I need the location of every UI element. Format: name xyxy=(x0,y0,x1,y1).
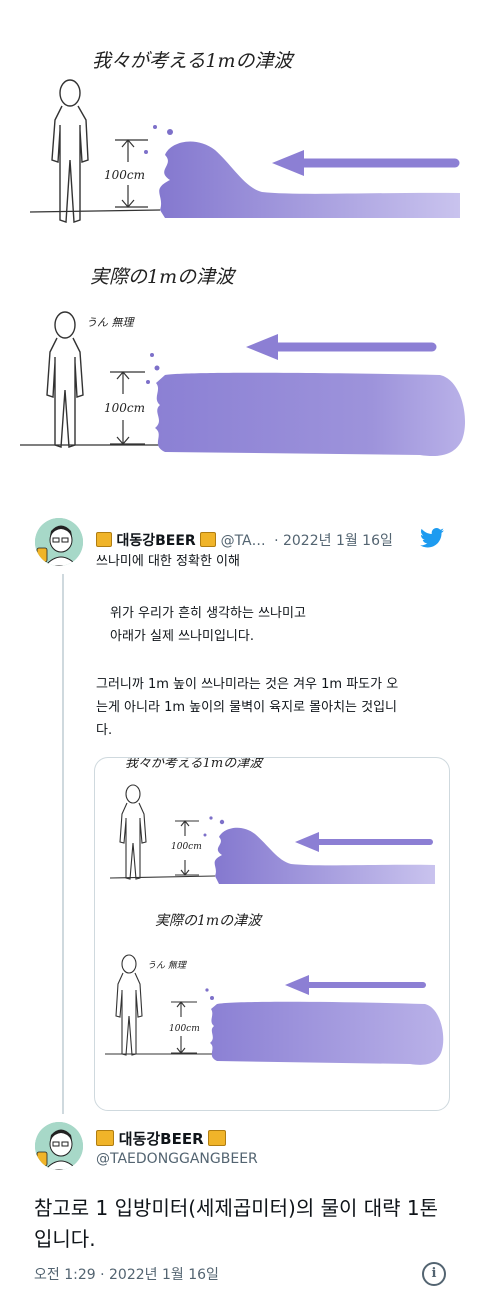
display-name[interactable]: 대동강BEER xyxy=(116,533,195,549)
tweet-text-2: 위가 우리가 흔히 생각하는 쓰나미고 xyxy=(110,606,306,621)
wave-top xyxy=(159,141,461,218)
separator-dot: · xyxy=(274,533,279,549)
media-caption-top: 我々が考える1mの津波 xyxy=(125,757,263,771)
reply-timestamp[interactable]: 오전 1:29 · 2022년 1월 16일 xyxy=(34,1264,219,1284)
beer-icon xyxy=(96,1130,114,1146)
beer-icon xyxy=(96,532,112,547)
tweet-media[interactable]: 我々が考える1mの津波 100cm 実際の1mの津波 うん 無理 100cm xyxy=(94,757,450,1111)
caption-top: 我々が考える1mの津波 xyxy=(92,50,293,72)
reply-text-1: 참고로 1 입방미터(세제곱미터)의 물이 대략 1톤 xyxy=(34,1196,439,1220)
reply-display-name[interactable]: 대동강BEER xyxy=(119,1130,204,1148)
reply-name-row: 대동강BEER xyxy=(96,1128,227,1149)
speech-bubble: うん 無理 xyxy=(86,316,134,329)
tweet-text-6: 다. xyxy=(96,723,113,738)
thread-line xyxy=(62,574,64,1114)
tweet-date[interactable]: 2022년 1월 16일 xyxy=(283,533,393,549)
twitter-logo-icon xyxy=(420,528,444,548)
person-figure-top xyxy=(51,79,89,223)
handle[interactable]: @TA… xyxy=(221,533,266,549)
beer-icon xyxy=(208,1130,227,1146)
reply-handle[interactable]: @TAEDONGGANGBEER xyxy=(96,1151,258,1167)
height-label-top: 100cm xyxy=(104,168,146,182)
beer-icon xyxy=(200,532,217,547)
wave-bottom xyxy=(155,372,466,457)
person-figure-bottom xyxy=(46,311,84,448)
tweet-text-3: 아래가 실제 쓰나미입니다. xyxy=(110,629,254,644)
media-height-label-bottom: 100cm xyxy=(169,1024,200,1034)
caption-bottom: 実際の1mの津波 xyxy=(90,266,235,288)
reply-text-2: 입니다. xyxy=(34,1227,96,1251)
illustration: 我々が考える1mの津波 100cm 実際の1mの津波 うん 無理 100cm xyxy=(0,0,480,470)
media-speech-bubble: うん 無理 xyxy=(147,961,186,971)
tweet-text-4: 그러니까 1m 높이 쓰나미라는 것은 겨우 1m 파도가 오 xyxy=(96,677,399,692)
tweet-header: 대동강BEER @TA… · 2022년 1월 16일 xyxy=(96,530,393,550)
tweet-text-1: 쓰나미에 대한 정확한 이해 xyxy=(96,554,240,569)
tweet-avatar[interactable] xyxy=(35,518,83,566)
media-height-label-top: 100cm xyxy=(171,842,202,852)
reply-avatar[interactable] xyxy=(35,1122,83,1170)
tsunami-illustration-thumbnail xyxy=(105,784,444,1065)
media-caption-bottom: 実際の1mの津波 xyxy=(155,913,262,929)
height-label-bottom: 100cm xyxy=(104,401,146,415)
tweet-text-5: 는게 아니라 1m 높이의 물벽이 육지로 몰아치는 것입니 xyxy=(96,700,398,715)
info-icon[interactable]: i xyxy=(422,1262,446,1286)
